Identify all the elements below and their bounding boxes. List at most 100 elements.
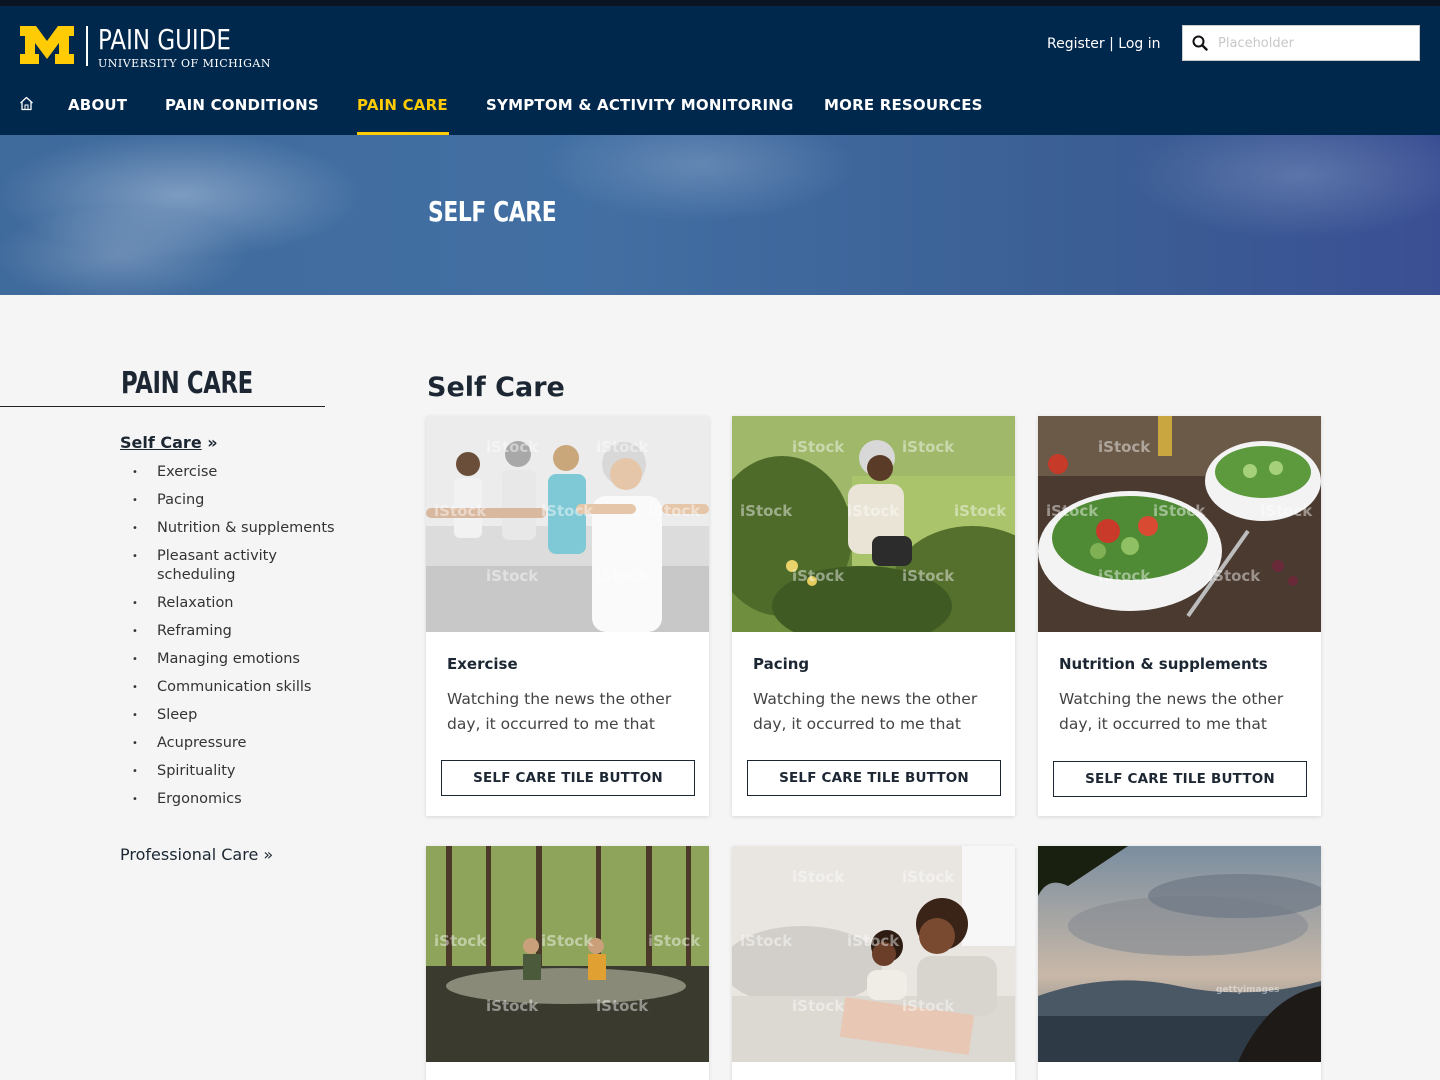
auth-separator: |: [1109, 36, 1114, 52]
site-header: PAIN GUIDE UNIVERSITY OF MICHIGAN Regist…: [0, 6, 1440, 135]
watermark-text: iStock: [648, 932, 701, 950]
watermark-text: iStock: [486, 997, 539, 1015]
sidebar-item-pacing[interactable]: Pacing: [120, 491, 335, 510]
card-image[interactable]: iStock iStock iStock iStock iStock: [426, 846, 709, 1062]
card-text: Watching the news the other day, it occu…: [447, 690, 672, 733]
sidebar-title: PAIN CARE: [121, 366, 253, 401]
watermark-text: iStock: [434, 932, 487, 950]
watermark-text: iStock: [902, 567, 955, 585]
watermark-text: iStock: [1260, 502, 1313, 520]
watermark-text: iStock: [596, 567, 649, 585]
search-box[interactable]: [1182, 25, 1420, 61]
register-link[interactable]: Register: [1047, 36, 1105, 52]
nav-item-about[interactable]: ABOUT: [68, 96, 127, 114]
card-reading: iStock iStock iStock iStock iStock iStoc…: [732, 846, 1015, 1080]
watermark-text: iStock: [1098, 438, 1151, 456]
watermark-text: iStock: [902, 438, 955, 456]
search-icon[interactable]: [1192, 35, 1208, 51]
sidebar-section-arrow: »: [207, 433, 218, 452]
watermark-text: iStock: [596, 997, 649, 1015]
card-text: Watching the news the other day, it occu…: [1059, 690, 1284, 733]
sidebar-item-relaxation[interactable]: Relaxation: [120, 594, 335, 613]
login-link[interactable]: Log in: [1118, 36, 1160, 52]
sidebar-section-self-care[interactable]: Self Care »: [120, 433, 218, 452]
watermark-text: iStock: [792, 567, 845, 585]
sidebar-item-nutrition-supplements[interactable]: Nutrition & supplements: [120, 519, 335, 538]
watermark-text: iStock: [792, 868, 845, 886]
sidebar-item-sleep[interactable]: Sleep: [120, 706, 335, 725]
card-landscape: gettyimages: [1038, 846, 1321, 1080]
card-nutrition-supplements: iStock iStock iStock iStock iStock iStoc…: [1038, 416, 1321, 816]
reading-photo: iStock iStock iStock iStock iStock iStoc…: [732, 846, 1015, 1062]
watermark-text: iStock: [486, 567, 539, 585]
card-text: Watching the news the other day, it occu…: [753, 690, 978, 733]
salad-photo: iStock iStock iStock iStock iStock iStoc…: [1038, 416, 1321, 632]
card-title: Nutrition & supplements: [1059, 655, 1268, 673]
card-exercise: iStock iStock iStock iStock iStock iStoc…: [426, 416, 709, 816]
nav-item-symptom-activity-monitoring[interactable]: SYMPTOM & ACTIVITY MONITORING: [486, 96, 794, 114]
sidebar-section-professional-care[interactable]: Professional Care »: [120, 845, 273, 864]
watermark-text: iStock: [902, 997, 955, 1015]
sidebar-section-label: Self Care: [120, 433, 202, 452]
block-m-logo-icon: [20, 26, 74, 64]
card-image[interactable]: iStock iStock iStock iStock iStock iStoc…: [426, 416, 709, 632]
watermark-text: iStock: [1046, 502, 1099, 520]
sidebar-item-pleasant-activity-scheduling[interactable]: Pleasant activity scheduling: [120, 547, 335, 585]
sidebar-item-managing-emotions[interactable]: Managing emotions: [120, 650, 335, 669]
hero-banner: SELF CARE: [0, 135, 1440, 295]
watermark-text: iStock: [792, 438, 845, 456]
sidebar-item-exercise[interactable]: Exercise: [120, 463, 335, 482]
canoe-photo: iStock iStock iStock iStock iStock: [426, 846, 709, 1062]
card-canoe: iStock iStock iStock iStock iStock: [426, 846, 709, 1080]
logo-divider: [86, 26, 88, 66]
sidebar-item-ergonomics[interactable]: Ergonomics: [120, 790, 335, 809]
gardening-photo: iStock iStock iStock iStock iStock iStoc…: [732, 416, 1015, 632]
self-care-tile-button[interactable]: SELF CARE TILE BUTTON: [747, 760, 1001, 796]
watermark-text: iStock: [1153, 502, 1206, 520]
card-image[interactable]: gettyimages: [1038, 846, 1321, 1062]
card-image[interactable]: iStock iStock iStock iStock iStock iStoc…: [732, 846, 1015, 1062]
sidebar-item-spirituality[interactable]: Spirituality: [120, 762, 335, 781]
card-title: Exercise: [447, 655, 518, 673]
main-title: Self Care: [427, 372, 565, 403]
watermark-text: iStock: [434, 502, 487, 520]
watermark-text: iStock: [954, 502, 1007, 520]
logo-subtitle: UNIVERSITY OF MICHIGAN: [98, 57, 271, 70]
watermark-text: iStock: [541, 932, 594, 950]
sidebar-list: Exercise Pacing Nutrition & supplements …: [120, 463, 335, 818]
sidebar-divider: [0, 406, 325, 407]
watermark-text: gettyimages: [1216, 985, 1279, 995]
card-pacing: iStock iStock iStock iStock iStock iStoc…: [732, 416, 1015, 816]
watermark-text: iStock: [1098, 567, 1151, 585]
search-input[interactable]: [1218, 35, 1408, 51]
watermark-text: iStock: [902, 868, 955, 886]
site-logo[interactable]: PAIN GUIDE UNIVERSITY OF MICHIGAN: [20, 26, 271, 70]
nav-item-pain-conditions[interactable]: PAIN CONDITIONS: [165, 96, 319, 114]
hero-title: SELF CARE: [428, 195, 557, 228]
self-care-tile-button[interactable]: SELF CARE TILE BUTTON: [1053, 761, 1307, 797]
exercise-photo: iStock iStock iStock iStock iStock iStoc…: [426, 416, 709, 632]
sidebar-item-reframing[interactable]: Reframing: [120, 622, 335, 641]
watermark-text: iStock: [847, 502, 900, 520]
watermark-text: iStock: [541, 502, 594, 520]
self-care-tile-button[interactable]: SELF CARE TILE BUTTON: [441, 760, 695, 796]
watermark-text: iStock: [648, 502, 701, 520]
auth-links: Register | Log in: [1047, 36, 1160, 52]
nav-item-more-resources[interactable]: MORE RESOURCES: [824, 96, 983, 114]
watermark-text: iStock: [792, 997, 845, 1015]
watermark-text: iStock: [486, 438, 539, 456]
sidebar-item-acupressure[interactable]: Acupressure: [120, 734, 335, 753]
card-image[interactable]: iStock iStock iStock iStock iStock iStoc…: [1038, 416, 1321, 632]
main-nav: ABOUT PAIN CONDITIONS PAIN CARE SYMPTOM …: [0, 92, 1440, 135]
watermark-text: iStock: [740, 502, 793, 520]
sidebar-item-communication-skills[interactable]: Communication skills: [120, 678, 335, 697]
nav-item-pain-care[interactable]: PAIN CARE: [357, 96, 448, 114]
watermark-text: iStock: [740, 932, 793, 950]
home-icon[interactable]: [19, 96, 34, 111]
card-image[interactable]: iStock iStock iStock iStock iStock iStoc…: [732, 416, 1015, 632]
watermark-text: iStock: [596, 438, 649, 456]
watermark-text: iStock: [1208, 567, 1261, 585]
landscape-photo: gettyimages: [1038, 846, 1321, 1062]
logo-title: PAIN GUIDE: [98, 23, 231, 56]
card-title: Pacing: [753, 655, 810, 673]
